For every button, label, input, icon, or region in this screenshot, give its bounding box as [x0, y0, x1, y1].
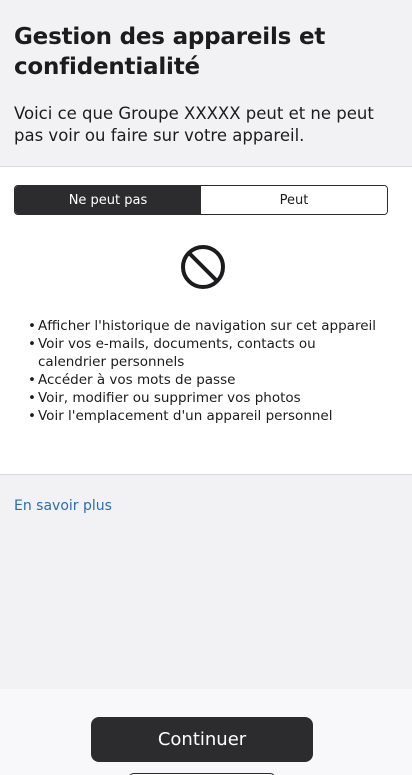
page-subtitle: Voici ce que Groupe XXXXX peut et ne peu… [14, 104, 374, 145]
bottom-bar: Continuer [0, 689, 412, 775]
permissions-segmented-control: Ne peut pas Peut [14, 185, 388, 215]
list-item: Afficher l'historique de navigation sur … [28, 317, 388, 335]
segment-can[interactable]: Peut [201, 186, 387, 214]
prohibited-icon [181, 245, 225, 289]
cannot-list: Afficher l'historique de navigation sur … [28, 317, 388, 425]
page-title: Gestion des appareils et confidentialité [14, 24, 326, 80]
list-item: Voir vos e-mails, documents, contacts ou… [28, 335, 388, 371]
list-item: Accéder à vos mots de passe [28, 371, 388, 389]
continue-button[interactable]: Continuer [91, 717, 313, 762]
permissions-card: Ne peut pas Peut Afficher l'historique d… [0, 166, 412, 475]
device-privacy-screen: Gestion des appareils et confidentialité… [0, 0, 412, 775]
list-item: Voir, modifier ou supprimer vos photos [28, 389, 388, 407]
header: Gestion des appareils et confidentialité… [0, 0, 412, 166]
learn-more-link[interactable]: En savoir plus [14, 498, 112, 514]
list-item: Voir l'emplacement d'un appareil personn… [28, 407, 388, 425]
segment-cannot[interactable]: Ne peut pas [15, 186, 201, 214]
